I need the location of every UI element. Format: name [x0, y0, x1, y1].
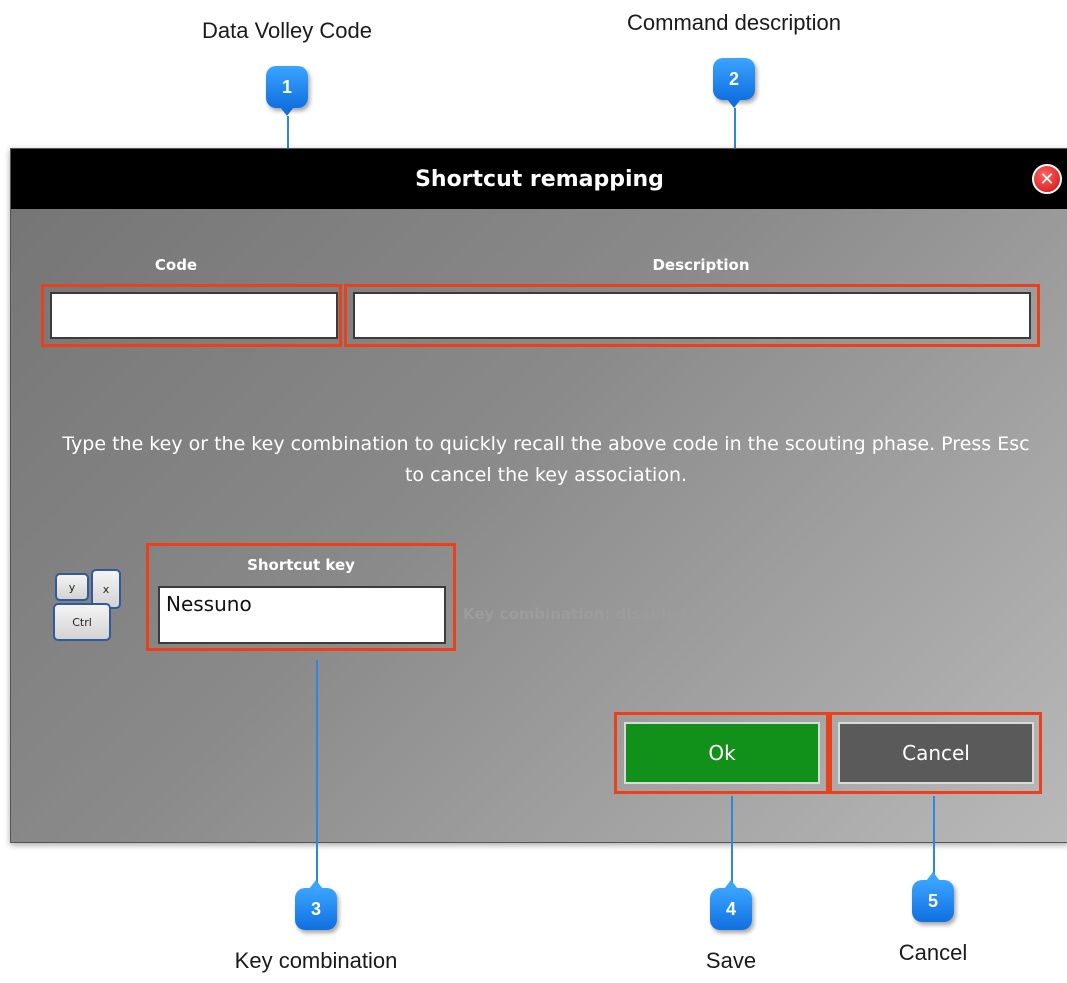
- code-input[interactable]: [50, 292, 338, 339]
- close-icon[interactable]: ✕: [1032, 164, 1062, 194]
- ok-button[interactable]: Ok: [624, 722, 820, 784]
- callout-label-code: Data Volley Code: [202, 18, 372, 43]
- dialog-title: Shortcut remapping: [415, 166, 664, 192]
- keyboard-icon: y x Ctrl: [51, 569, 131, 649]
- callout-badge-2: 2: [713, 58, 755, 108]
- key-ctrl-icon: Ctrl: [53, 603, 111, 641]
- callout-badge-4: 4: [710, 880, 752, 930]
- code-label: Code: [154, 256, 198, 274]
- cancel-button[interactable]: Cancel: [838, 722, 1034, 784]
- callout-label-key-combination: Key combination: [234, 948, 398, 973]
- key-y-icon: y: [55, 573, 89, 601]
- callout-badge-5: 5: [912, 872, 954, 922]
- shortcut-remapping-dialog: Shortcut remapping ✕ Code Description Ty…: [10, 148, 1067, 843]
- callout-line-4: [731, 796, 733, 888]
- callout-label-save: Save: [705, 948, 757, 973]
- callout-label-description: Command description: [627, 10, 841, 35]
- callout-label-cancel: Cancel: [898, 940, 968, 965]
- callout-line-5: [933, 796, 935, 880]
- shortcut-key-input[interactable]: Nessuno: [158, 586, 446, 644]
- key-combination-status: Key combination: disabled: [463, 605, 688, 623]
- instructions-text: Type the key or the key combination to q…: [62, 433, 1030, 486]
- dialog-titlebar: Shortcut remapping ✕: [11, 149, 1067, 209]
- description-input[interactable]: [353, 292, 1031, 339]
- description-label: Description: [652, 256, 750, 274]
- callout-badge-1: 1: [266, 66, 308, 116]
- callout-line-3: [316, 660, 318, 888]
- shortcut-key-label: Shortcut key: [247, 556, 355, 574]
- callout-badge-3: 3: [295, 880, 337, 930]
